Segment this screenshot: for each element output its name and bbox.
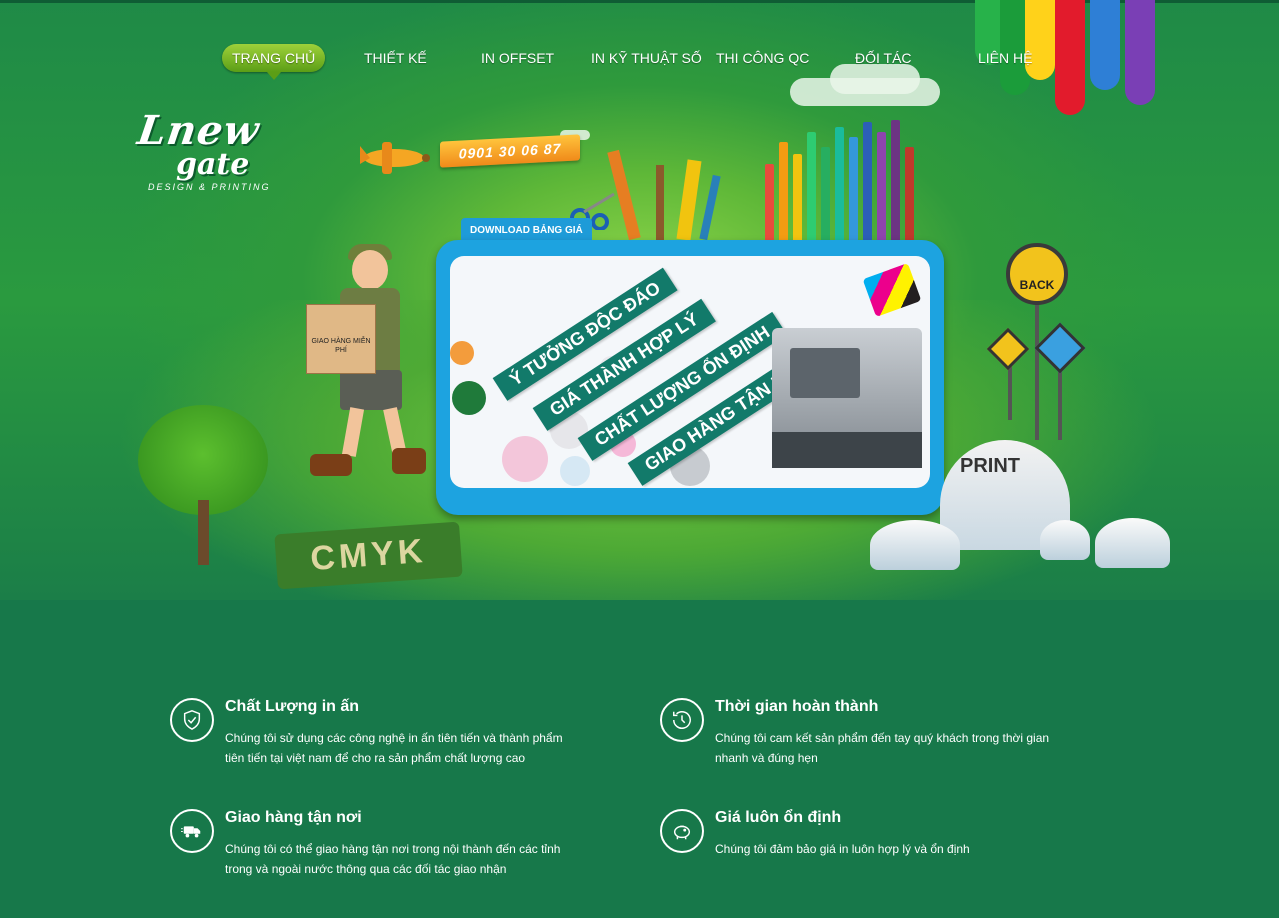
feature-desc: Chúng tôi đảm bảo giá in luôn hợp lý và … xyxy=(715,842,970,856)
nav-item-in-ky-thuat-so[interactable]: IN KỸ THUẬT SỐ xyxy=(591,44,702,72)
tree-trunk xyxy=(198,500,209,565)
nav-item-lien-he[interactable]: LIÊN HỆ xyxy=(978,44,1032,72)
logo[interactable]: Lnew gate DESIGN & PRINTING xyxy=(134,107,283,207)
expo-pod xyxy=(1040,520,1090,560)
top-border xyxy=(0,0,1279,3)
feature-title: Thời gian hoàn thành xyxy=(715,698,879,715)
logo-tagline: DESIGN & PRINTING xyxy=(148,182,271,192)
hotline-banner[interactable]: 0901 30 06 87 xyxy=(440,134,580,168)
nav-item-in-offset[interactable]: IN OFFSET xyxy=(481,44,554,72)
pencils-illustration xyxy=(765,112,945,242)
logo-text-line2: gate xyxy=(176,147,250,182)
feature-desc: Chúng tôi sử dụng các công nghệ in ấn ti… xyxy=(225,731,563,765)
airplane-icon xyxy=(360,142,430,174)
print-expo-label: PRINT xyxy=(960,455,1020,477)
promo-board-inner: Ý TƯỞNG ĐỘC ĐÁO GIÁ THÀNH HỢP LÝ CHẤT LƯ… xyxy=(450,256,930,488)
feature-title: Giao hàng tận nơi xyxy=(225,809,362,826)
clock-history-icon xyxy=(660,698,704,742)
shield-check-icon xyxy=(170,698,214,742)
cmyk-swatch-card xyxy=(862,262,922,318)
feature-desc: Chúng tôi có thể giao hàng tận nơi trong… xyxy=(225,842,561,876)
back-sign[interactable]: BACK xyxy=(1006,243,1068,305)
nav-item-doi-tac[interactable]: ĐỐI TÁC xyxy=(855,44,912,72)
hero-banner: TRANG CHỦ THIẾT KẾ IN OFFSET IN KỸ THUẬT… xyxy=(0,0,1279,600)
feature-desc: Chúng tôi cam kết sản phẩm đến tay quý k… xyxy=(715,731,1050,765)
feature-title: Chất Lượng in ấn xyxy=(225,698,360,715)
signpost-pole xyxy=(1035,300,1039,440)
nav-item-thi-cong-qc[interactable]: THI CÔNG QC xyxy=(716,44,809,72)
expo-pod xyxy=(1095,518,1170,568)
nav-item-thiet-ke[interactable]: THIẾT KẾ xyxy=(364,44,427,72)
logo-text-line1: Lnew xyxy=(134,107,263,154)
piggy-bank-icon xyxy=(660,809,704,853)
tree-icon xyxy=(138,405,268,515)
delivery-truck-icon xyxy=(170,809,214,853)
feature-title: Giá luôn ổn định xyxy=(715,809,842,826)
expo-pod xyxy=(870,520,960,570)
delivery-box: GIAO HÀNG MIỄN PHÍ xyxy=(306,304,376,374)
offset-printing-machine xyxy=(772,328,922,468)
nav-item-trang-chu[interactable]: TRANG CHỦ xyxy=(222,44,326,80)
promo-board: Ý TƯỞNG ĐỘC ĐÁO GIÁ THÀNH HỢP LÝ CHẤT LƯ… xyxy=(436,240,944,515)
main-nav: TRANG CHỦ THIẾT KẾ IN OFFSET IN KỸ THUẬT… xyxy=(0,44,1279,80)
